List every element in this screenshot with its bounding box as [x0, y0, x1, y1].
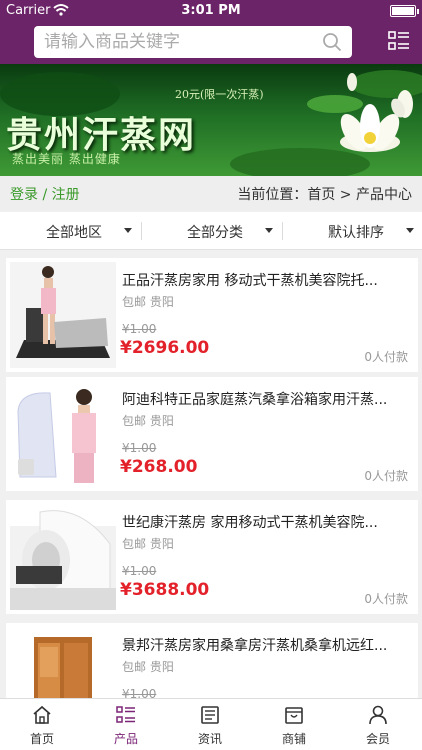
- product-list-icon: [116, 706, 135, 723]
- tab-label: 产品: [113, 732, 138, 746]
- account-breadcrumb-row: 登录 / 注册 当前位置：首页 > 产品中心: [0, 176, 422, 210]
- store-icon: [285, 707, 303, 724]
- original-price: ¥1.00: [122, 564, 157, 578]
- sort-filter[interactable]: 默认排序: [282, 212, 422, 250]
- region-filter-label: 全部地区: [46, 225, 102, 241]
- buyer-count: 0人付款: [364, 350, 408, 364]
- filter-bar: 全部地区 全部分类 默认排序: [0, 212, 422, 250]
- product-card[interactable]: 景邦汗蒸房家用桑拿房汗蒸机桑拿机远红... 包邮 贵阳 ¥1.00: [6, 623, 418, 698]
- search-bar[interactable]: [34, 26, 352, 58]
- region-filter[interactable]: 全部地区: [0, 212, 140, 250]
- category-filter[interactable]: 全部分类: [141, 212, 281, 250]
- original-price: ¥1.00: [122, 687, 157, 698]
- product-name[interactable]: 世纪康汗蒸房 家用移动式干蒸机美容院...: [122, 512, 412, 532]
- product-image[interactable]: [10, 504, 116, 610]
- product-location: 包邮 贵阳: [122, 537, 174, 551]
- product-name[interactable]: 阿迪科特正品家庭蒸汽桑拿浴箱家用汗蒸...: [122, 389, 412, 409]
- original-price: ¥1.00: [122, 441, 157, 455]
- clock: 3:01 PM: [181, 3, 241, 18]
- product-image[interactable]: [10, 262, 116, 368]
- home-icon: [33, 705, 51, 724]
- buyer-count: 0人付款: [364, 469, 408, 483]
- product-price: ¥268.00: [120, 457, 198, 477]
- product-card[interactable]: 正品汗蒸房家用 移动式干蒸机美容院托... 包邮 贵阳 ¥1.00 ¥2696.…: [6, 258, 418, 372]
- tab-label: 资讯: [197, 732, 222, 746]
- tab-label: 会员: [365, 732, 390, 746]
- product-card[interactable]: 世纪康汗蒸房 家用移动式干蒸机美容院... 包邮 贵阳 ¥1.00 ¥3688.…: [6, 500, 418, 614]
- tab-home[interactable]: 首页: [0, 699, 84, 750]
- product-location: 包邮 贵阳: [122, 660, 174, 674]
- user-icon: [369, 705, 387, 725]
- battery-icon: [390, 5, 419, 17]
- bottom-tab-bar: 首页 产品 资讯 商铺 会员: [0, 698, 422, 750]
- product-card[interactable]: 阿迪科特正品家庭蒸汽桑拿浴箱家用汗蒸... 包邮 贵阳 ¥1.00 ¥268.0…: [6, 377, 418, 491]
- category-menu-icon[interactable]: [388, 30, 410, 52]
- banner-slogan: 蒸出美丽 蒸出健康: [12, 152, 121, 166]
- promo-banner[interactable]: 20元(限一次汗蒸) 贵州汗蒸网 蒸出美丽 蒸出健康: [0, 64, 422, 176]
- chevron-down-icon: [406, 228, 414, 233]
- buyer-count: 0人付款: [364, 592, 408, 606]
- product-price: ¥3688.00: [120, 580, 210, 600]
- search-input[interactable]: [44, 26, 314, 58]
- original-price: ¥1.00: [122, 322, 157, 336]
- search-icon[interactable]: [322, 32, 342, 52]
- product-list[interactable]: 正品汗蒸房家用 移动式干蒸机美容院托... 包邮 贵阳 ¥1.00 ¥2696.…: [0, 250, 422, 698]
- tab-news[interactable]: 资讯: [168, 699, 252, 750]
- tab-store[interactable]: 商铺: [252, 699, 336, 750]
- product-image[interactable]: [10, 381, 116, 487]
- app-header: Carrier 3:01 PM: [0, 0, 422, 64]
- tab-member[interactable]: 会员: [336, 699, 420, 750]
- product-price: ¥2696.00: [120, 338, 210, 358]
- product-image[interactable]: [10, 627, 116, 698]
- category-filter-label: 全部分类: [187, 225, 243, 241]
- news-icon: [201, 706, 219, 724]
- product-location: 包邮 贵阳: [122, 295, 174, 309]
- tab-products[interactable]: 产品: [84, 699, 168, 750]
- tab-label: 商铺: [281, 732, 306, 746]
- product-location: 包邮 贵阳: [122, 414, 174, 428]
- product-name[interactable]: 正品汗蒸房家用 移动式干蒸机美容院托...: [122, 270, 412, 290]
- banner-subtitle: 20元(限一次汗蒸): [175, 88, 264, 101]
- tab-label: 首页: [29, 732, 54, 746]
- product-name[interactable]: 景邦汗蒸房家用桑拿房汗蒸机桑拿机远红...: [122, 635, 412, 655]
- status-bar: Carrier 3:01 PM: [0, 0, 422, 22]
- login-register-link[interactable]: 登录 / 注册: [10, 184, 80, 204]
- chevron-down-icon: [124, 228, 132, 233]
- sort-filter-label: 默认排序: [328, 225, 384, 241]
- breadcrumb: 当前位置：首页 > 产品中心: [237, 187, 412, 203]
- chevron-down-icon: [265, 228, 273, 233]
